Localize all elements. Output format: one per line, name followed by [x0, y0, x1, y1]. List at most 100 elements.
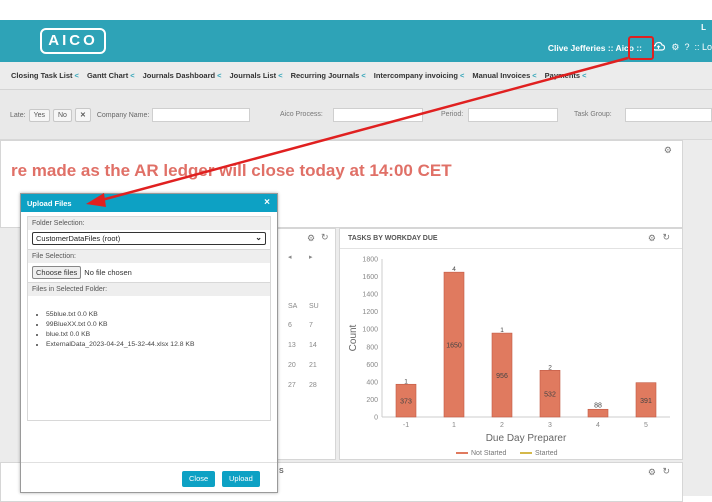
folder-section: Folder Selection: CustomerDataFiles (roo…	[27, 216, 271, 250]
files-list-label: Files in Selected Folder:	[28, 283, 270, 296]
share-icon: <	[74, 71, 79, 80]
nav-label: Recurring Journals	[290, 71, 360, 80]
close-button[interactable]: Close	[182, 471, 216, 487]
file-item: 55blue.txt 0.0 KB	[46, 310, 266, 320]
nav-label: Journals Dashboard	[142, 71, 216, 80]
y-tick-label: 800	[366, 344, 378, 351]
calendar-date[interactable]: 21	[309, 362, 317, 369]
bar-top-label: 1	[404, 378, 408, 385]
x-tick-label: 2	[500, 422, 504, 429]
calendar-date[interactable]: 27	[288, 382, 296, 389]
help-icon[interactable]: ?	[684, 42, 689, 52]
folder-select[interactable]: CustomerDataFiles (root) ⌄	[32, 232, 266, 245]
nav-tab-bar: Closing Task List < Gantt Chart < Journals…	[0, 62, 712, 90]
nav-label: Intercompany invoicing	[373, 71, 458, 80]
y-axis-label: Count	[348, 324, 359, 351]
bar-top-label: 1	[500, 327, 504, 334]
refresh-icon[interactable]: ↻	[662, 232, 670, 243]
legend-label: Started	[535, 450, 558, 457]
gear-icon[interactable]: ⚙	[664, 145, 672, 156]
nav-item-journals-list[interactable]: Journals List <	[230, 71, 283, 80]
bottom-panel-title: S	[279, 468, 284, 475]
nav-item-payments[interactable]: Payments <	[545, 71, 587, 80]
company-input[interactable]	[152, 108, 251, 122]
x-tick-label: 1	[452, 422, 456, 429]
share-icon: <	[278, 71, 283, 80]
company-label: Company Name:	[96, 111, 150, 119]
nav-item-journals-dashboard[interactable]: Journals Dashboard <	[143, 71, 222, 80]
calendar-date[interactable]: 7	[309, 322, 313, 329]
calendar-date[interactable]: 28	[309, 382, 317, 389]
late-no-button[interactable]: No	[53, 108, 72, 122]
gear-icon[interactable]: ⚙	[648, 233, 656, 244]
file-section: File Selection: Choose files No file cho…	[27, 250, 271, 283]
refresh-icon[interactable]: ↻	[321, 232, 329, 243]
nav-item-intercompany-invoicing[interactable]: Intercompany invoicing <	[374, 71, 465, 80]
modal-footer: Close Upload	[21, 462, 277, 492]
next-month-icon[interactable]: ▸	[309, 253, 313, 261]
nav-label: Gantt Chart	[86, 71, 129, 80]
bar-data-label: 391	[640, 398, 652, 405]
share-icon: <	[130, 71, 135, 80]
file-item: blue.txt 0.0 KB	[46, 330, 266, 340]
share-icon: <	[217, 71, 222, 80]
bar-top-label: 4	[452, 266, 456, 273]
y-tick-label: 1400	[362, 292, 378, 299]
task-group-input[interactable]	[625, 108, 712, 122]
app-header: AICO Clive Jefferies :: Aico :: ⚙ ? :: L…	[0, 20, 712, 62]
upload-files-modal: Upload Files × Folder Selection: Custome…	[20, 193, 278, 493]
late-label: Late:	[10, 111, 26, 119]
file-item: 99BlueXX.txt 0.0 KB	[46, 320, 266, 330]
files-list: 55blue.txt 0.0 KB 99BlueXX.txt 0.0 KB bl…	[28, 296, 270, 354]
modal-title: Upload Files	[27, 199, 72, 208]
folder-select-value: CustomerDataFiles (root)	[36, 234, 121, 243]
nav-item-gantt-chart[interactable]: Gantt Chart <	[87, 71, 135, 80]
legend-label: Not Started	[471, 450, 507, 457]
gear-icon[interactable]: ⚙	[648, 467, 656, 478]
process-input[interactable]	[333, 108, 423, 122]
nav-label: Journals List	[229, 71, 277, 80]
share-icon: <	[459, 71, 465, 80]
x-tick-label: -1	[403, 422, 409, 429]
y-tick-label: 1000	[362, 327, 378, 334]
nav-item-manual-invoices[interactable]: Manual Invoices <	[472, 71, 536, 80]
nav-item-closing-task-list[interactable]: Closing Task List <	[11, 71, 79, 80]
x-axis-label: Due Day Preparer	[486, 433, 567, 444]
y-tick-label: 0	[374, 415, 378, 422]
nav-label: Closing Task List	[11, 71, 73, 80]
share-icon: <	[532, 71, 537, 80]
announcement-text: re made as the AR ledger will close toda…	[11, 161, 452, 180]
y-tick-label: 1600	[362, 274, 378, 281]
calendar-date[interactable]: 13	[288, 342, 296, 349]
calendar-day-header: SU	[309, 303, 319, 310]
y-tick-label: 1800	[362, 257, 378, 264]
app-logo[interactable]: AICO	[40, 28, 106, 54]
period-input[interactable]	[468, 108, 558, 122]
modal-header: Upload Files ×	[21, 194, 277, 212]
cloud-upload-icon[interactable]	[652, 41, 666, 53]
refresh-icon[interactable]: ↻	[662, 466, 670, 477]
clear-filter-button[interactable]: ✕	[74, 108, 91, 122]
gear-icon[interactable]: ⚙	[671, 42, 679, 53]
calendar-date[interactable]: 20	[288, 362, 296, 369]
grid-icon[interactable]: :: Lo	[694, 42, 712, 52]
nav-item-recurring-journals[interactable]: Recurring Journals <	[291, 71, 366, 80]
file-input: Choose files No file chosen	[28, 263, 270, 282]
upload-button[interactable]: Upload	[222, 471, 260, 487]
file-item: ExternalData_2023-04-24_15-32-44.xlsx 12…	[46, 340, 266, 350]
tasks-chart-panel: TASKS BY WORKDAY DUE ⚙ ↻ 0 200 400 600 800 10…	[339, 228, 683, 460]
bar-not-started	[587, 408, 609, 418]
y-tick-label: 1200	[362, 309, 378, 316]
y-tick-label: 200	[366, 397, 378, 404]
late-filter: Late: Yes No ✕ Company Name:	[10, 108, 251, 122]
chart-title: TASKS BY WORKDAY DUE	[340, 229, 682, 249]
close-icon[interactable]: ×	[264, 197, 270, 208]
late-yes-button[interactable]: Yes	[28, 108, 50, 122]
calendar-date[interactable]: 6	[288, 322, 292, 329]
gear-icon[interactable]: ⚙	[307, 233, 315, 244]
calendar-date[interactable]: 14	[309, 342, 317, 349]
bar-data-label: 532	[544, 392, 556, 399]
prev-month-icon[interactable]: ◂	[288, 253, 292, 261]
process-label: Aico Process:	[280, 111, 323, 118]
choose-files-button[interactable]: Choose files	[32, 266, 82, 279]
